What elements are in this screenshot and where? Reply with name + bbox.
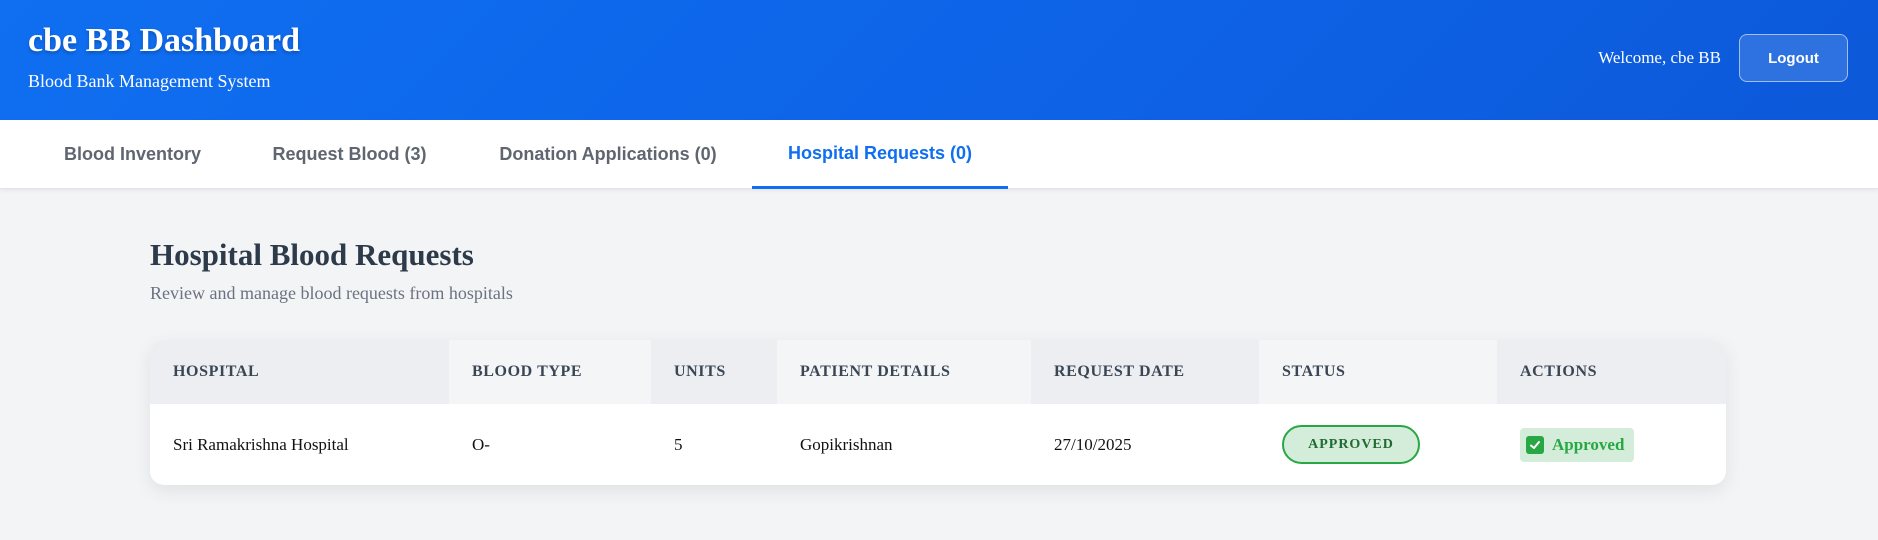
table-header: HOSPITAL BLOOD TYPE UNITS PATIENT DETAIL… [150, 340, 1726, 404]
cell-patient-details: Gopikrishnan [800, 434, 893, 454]
page-title: Hospital Blood Requests [150, 237, 474, 272]
app-title: cbe BB Dashboard [28, 22, 301, 59]
status-badge: APPROVED [1282, 425, 1420, 464]
logout-button[interactable]: Logout [1739, 34, 1848, 82]
cell-units: 5 [674, 434, 683, 454]
approved-action-indicator: Approved [1520, 427, 1635, 462]
cell-hospital: Sri Ramakrishna Hospital [173, 434, 349, 454]
column-header-hospital: HOSPITAL [150, 340, 449, 404]
approved-action-label: Approved [1552, 434, 1625, 454]
tab-request-blood[interactable]: Request Blood (3) [253, 120, 446, 189]
column-header-actions: ACTIONS [1497, 340, 1726, 404]
app-header: cbe BB Dashboard Blood Bank Management S… [0, 0, 1878, 120]
cell-blood-type: O- [472, 434, 490, 454]
check-icon [1526, 435, 1544, 454]
tab-bar: Blood Inventory Request Blood (3) Donati… [0, 120, 1878, 189]
tab-blood-inventory[interactable]: Blood Inventory [36, 120, 229, 189]
app-subtitle: Blood Bank Management System [28, 71, 271, 91]
requests-table: HOSPITAL BLOOD TYPE UNITS PATIENT DETAIL… [150, 340, 1726, 485]
cell-actions: Approved [1497, 404, 1726, 485]
tab-hospital-requests[interactable]: Hospital Requests (0) [752, 120, 1008, 189]
column-header-blood-type: BLOOD TYPE [449, 340, 651, 404]
cell-request-date: 27/10/2025 [1054, 434, 1132, 454]
column-header-request-date: REQUEST DATE [1031, 340, 1259, 404]
column-header-units: UNITS [651, 340, 777, 404]
welcome-text: Welcome, cbe BB [1598, 48, 1721, 67]
cell-status: APPROVED [1259, 404, 1497, 485]
tab-donation-applications[interactable]: Donation Applications (0) [480, 120, 736, 189]
column-header-patient-details: PATIENT DETAILS [777, 340, 1031, 404]
page-subtitle: Review and manage blood requests from ho… [150, 283, 513, 303]
column-header-status: STATUS [1259, 340, 1497, 404]
